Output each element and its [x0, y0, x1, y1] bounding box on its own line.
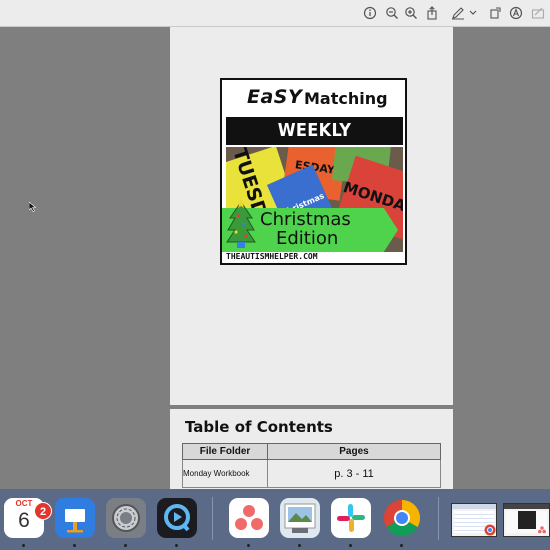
- toc-cell-folder: Monday Workbook: [182, 459, 268, 488]
- toc-title: Table of Contents: [185, 418, 333, 436]
- preview-toolbar: [0, 0, 550, 27]
- running-indicator: [349, 544, 352, 547]
- dock-separator: [212, 497, 213, 540]
- toc-cell-pages: p. 3 - 11: [267, 459, 441, 488]
- running-indicator: [124, 544, 127, 547]
- system-preferences-app-icon[interactable]: [106, 498, 146, 538]
- share-icon[interactable]: [424, 5, 440, 21]
- asana-app-icon[interactable]: [229, 498, 269, 538]
- chrome-badge-icon: [484, 524, 496, 536]
- annotate-icon[interactable]: [508, 5, 524, 21]
- cover-easy-text: EaSY: [247, 86, 303, 108]
- zoom-out-icon[interactable]: [384, 5, 400, 21]
- dock: OCT 6 2: [0, 489, 550, 550]
- rotate-icon[interactable]: [487, 5, 503, 21]
- cover-christmas-text: Christmas: [260, 209, 351, 230]
- minimized-window-document[interactable]: [503, 503, 550, 537]
- cover-weekly-workbooks: WEEKLY WORKBOOKS: [226, 117, 403, 169]
- christmas-tree-icon: [226, 200, 256, 248]
- cover-image: EaSY Matching WEEKLY WORKBOOKS TUESDAY E…: [220, 78, 407, 265]
- toc-table: File Folder Pages Monday Workbook p. 3 -…: [182, 443, 441, 488]
- toc-header-file-folder: File Folder: [182, 443, 268, 460]
- pdf-page-cover: EaSY Matching WEEKLY WORKBOOKS TUESDAY E…: [170, 27, 453, 405]
- form-fill-icon[interactable]: [530, 5, 546, 21]
- running-indicator: [175, 544, 178, 547]
- zoom-in-icon[interactable]: [403, 5, 419, 21]
- markup-pen-icon[interactable]: [450, 5, 466, 21]
- dock-separator: [438, 497, 439, 540]
- mouse-cursor-icon: [29, 202, 37, 212]
- running-indicator: [22, 544, 25, 547]
- cover-url-text: THEAUTISMHELPER.COM: [226, 252, 318, 261]
- minimized-window-spreadsheet[interactable]: [451, 503, 497, 537]
- preview-app-icon[interactable]: [280, 498, 320, 538]
- table-row: Monday Workbook p. 3 - 11: [182, 459, 441, 488]
- asana-badge-icon: [536, 524, 548, 536]
- chevron-down-icon[interactable]: [468, 5, 478, 21]
- keynote-app-icon[interactable]: [55, 498, 95, 538]
- calendar-badge: 2: [34, 502, 52, 520]
- running-indicator: [400, 544, 403, 547]
- slack-app-icon[interactable]: [331, 498, 371, 538]
- toc-header-row: File Folder Pages: [182, 443, 441, 460]
- toc-header-pages: Pages: [267, 443, 441, 460]
- calendar-app-icon[interactable]: OCT 6 2: [4, 498, 52, 538]
- chrome-app-icon[interactable]: [382, 498, 422, 538]
- cover-matching-text: Matching: [304, 89, 388, 108]
- cover-edition-text: Edition: [276, 228, 339, 249]
- info-icon[interactable]: [362, 5, 378, 21]
- quicktime-app-icon[interactable]: [157, 498, 197, 538]
- running-indicator: [73, 544, 76, 547]
- running-indicator: [298, 544, 301, 547]
- running-indicator: [247, 544, 250, 547]
